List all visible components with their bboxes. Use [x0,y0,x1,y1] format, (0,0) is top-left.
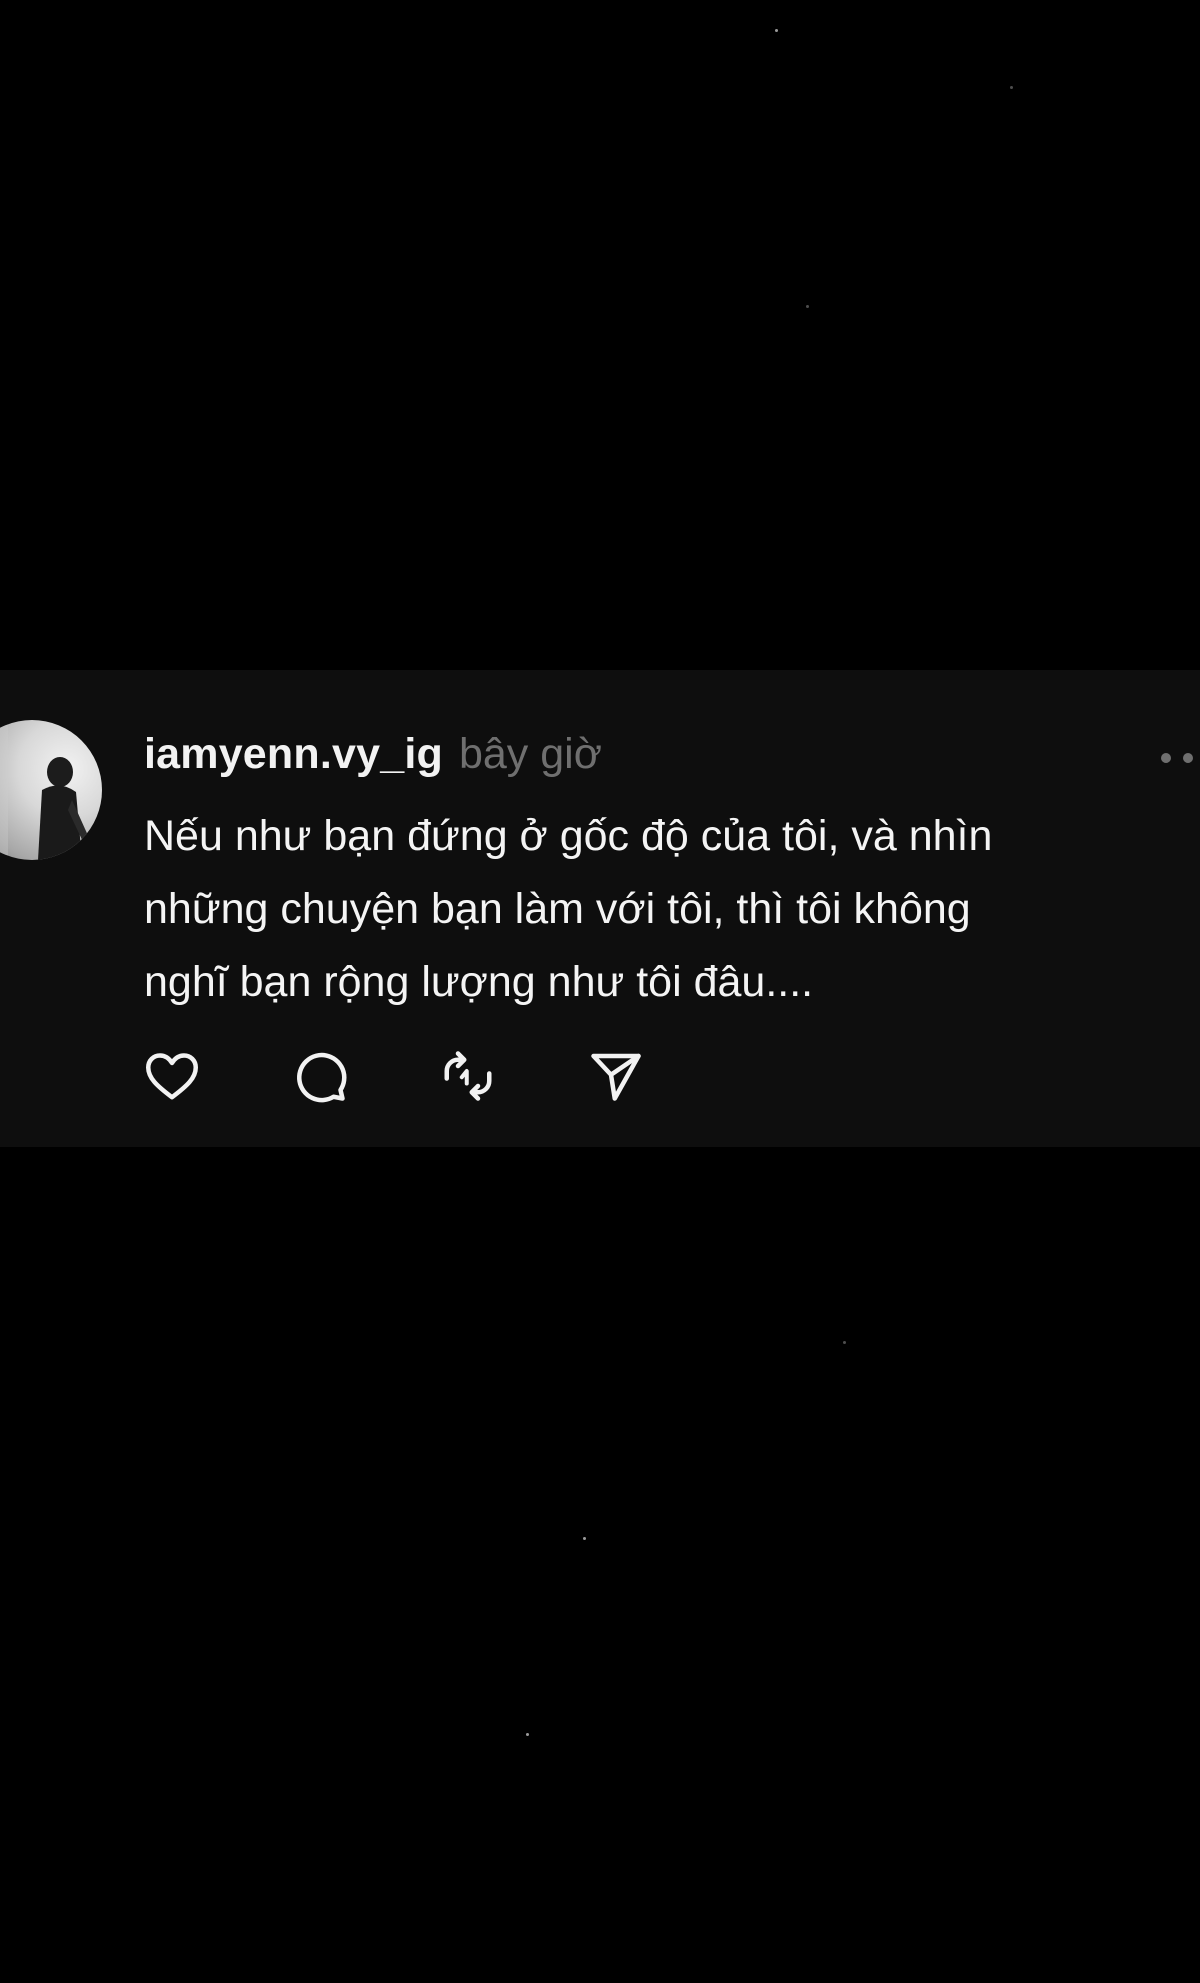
repost-button[interactable] [436,1044,500,1108]
repost-icon [444,1051,492,1101]
background-speck [583,1537,586,1540]
more-horizontal-icon [1161,753,1193,763]
post-header: iamyenn.vy_ig bây giờ [144,730,602,790]
post-card: iamyenn.vy_ig bây giờ Nếu như bạn đứng ở… [0,670,1200,1147]
comment-bubble-icon [297,1052,347,1103]
post-text: Nếu như bạn đứng ở gốc độ của tôi, và nh… [144,812,993,1006]
background-speck [775,29,778,32]
avatar[interactable] [0,720,102,860]
like-button[interactable] [140,1044,204,1108]
background-speck [806,305,809,308]
heart-icon [146,1053,198,1100]
share-button[interactable] [584,1044,648,1108]
send-icon [591,1053,641,1101]
more-options-button[interactable] [1158,746,1200,770]
timestamp: bây giờ [458,730,602,778]
username[interactable]: iamyenn.vy_ig [144,730,443,779]
screen-background: iamyenn.vy_ig bây giờ Nếu như bạn đứng ở… [0,0,1200,1983]
background-speck [843,1341,846,1344]
background-speck [1010,86,1013,89]
post-actions [140,1046,648,1106]
background-speck [526,1733,529,1736]
comment-button[interactable] [288,1044,352,1108]
